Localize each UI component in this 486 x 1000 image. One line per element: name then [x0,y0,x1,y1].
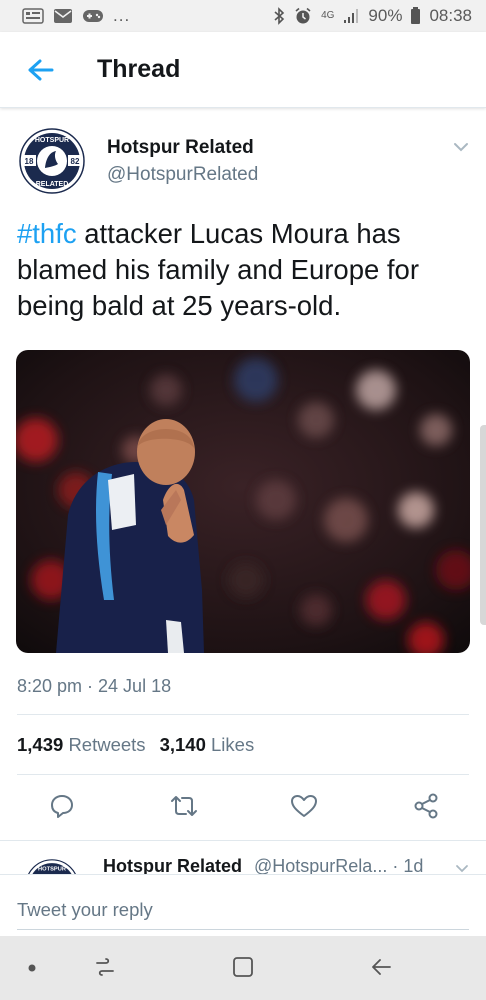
share-icon [414,793,438,819]
tweet-timestamp: 8:20 pm · 24 Jul 18 [17,676,172,696]
divider [17,714,469,715]
network-type: 4G [321,10,335,21]
retweets-count: 1,439 [17,734,64,755]
nav-dot-button[interactable] [24,960,40,976]
system-nav-bar [0,936,486,1000]
home-icon [233,957,253,977]
dot-icon [28,964,36,972]
edge-panel-handle[interactable] [480,425,486,625]
tweet-header: 18 82 HOTSPUR RELATED Hotspur Related @H… [0,108,486,200]
tweet-photo[interactable] [16,350,470,653]
share-button[interactable] [410,790,442,822]
heart-icon [291,795,317,817]
retweets-stat[interactable]: 1,439 Retweets [17,734,146,756]
battery-percent: 90% [368,6,403,25]
likes-label: Likes [211,734,255,755]
back-nav-icon [372,959,391,975]
gamepad-icon [82,8,104,24]
tweet-actions [0,790,486,826]
avatar-year-right: 82 [71,157,80,166]
back-nav-button[interactable] [366,952,396,982]
status-right: 4G 90% 08:38 [273,6,472,26]
tweet-stats: 1,439 Retweets 3,140 Likes [17,734,254,756]
recent-apps-button[interactable] [90,952,120,982]
reply-author-name[interactable]: Hotspur Related [103,856,242,874]
avatar-text-top: HOTSPUR [35,137,69,144]
like-button[interactable] [288,790,320,822]
chevron-down-icon[interactable] [454,861,470,874]
status-bar: ... 4G 90% 08:38 [0,0,486,32]
mail-icon [53,8,73,24]
reply-input[interactable] [17,890,469,930]
back-arrow-icon [28,59,54,80]
divider [17,774,469,775]
app-header: Thread [0,32,486,108]
avatar-year-left: 18 [25,157,34,166]
reply-button[interactable] [46,790,78,822]
retweets-label: Retweets [68,734,146,755]
retweet-button[interactable] [168,790,200,822]
author-name[interactable]: Hotspur Related [107,137,254,159]
avatar-text-bottom: RELATED [36,181,69,188]
reply-icon [51,795,73,818]
tweet: 18 82 HOTSPUR RELATED Hotspur Related @H… [0,108,486,841]
status-left: ... [22,6,130,26]
author-handle[interactable]: @HotspurRelated [107,164,258,186]
reply-author-meta: @HotspurRela... · 1d [254,856,424,874]
tweet-body: attacker Lucas Moura has blamed his fami… [17,218,420,321]
page-title: Thread [97,55,181,83]
clock: 08:38 [429,6,472,25]
reply-tweet-preview[interactable]: HOTSPUR Hotspur Related @HotspurRela... … [0,841,486,874]
likes-stat[interactable]: 3,140 Likes [160,734,255,756]
avatar[interactable]: 18 82 HOTSPUR RELATED [19,128,85,194]
bluetooth-icon [273,7,285,25]
signal-icon [343,8,359,24]
more-notifications: ... [113,6,131,25]
notification-app-icon [22,8,44,24]
tweet-text: #thfc attacker Lucas Moura has blamed hi… [17,216,469,324]
alarm-icon [294,7,312,25]
reply-avatar-text: HOTSPUR [38,866,67,872]
back-button[interactable] [19,49,61,91]
hashtag-link[interactable]: #thfc [17,218,77,249]
battery-icon [411,6,421,24]
reply-avatar[interactable]: HOTSPUR [25,859,79,874]
retweet-icon [171,796,197,816]
chevron-down-icon[interactable] [450,136,472,158]
reply-composer [0,874,486,936]
home-button[interactable] [228,952,258,982]
likes-count: 3,140 [159,734,206,755]
recents-icon [96,958,114,976]
